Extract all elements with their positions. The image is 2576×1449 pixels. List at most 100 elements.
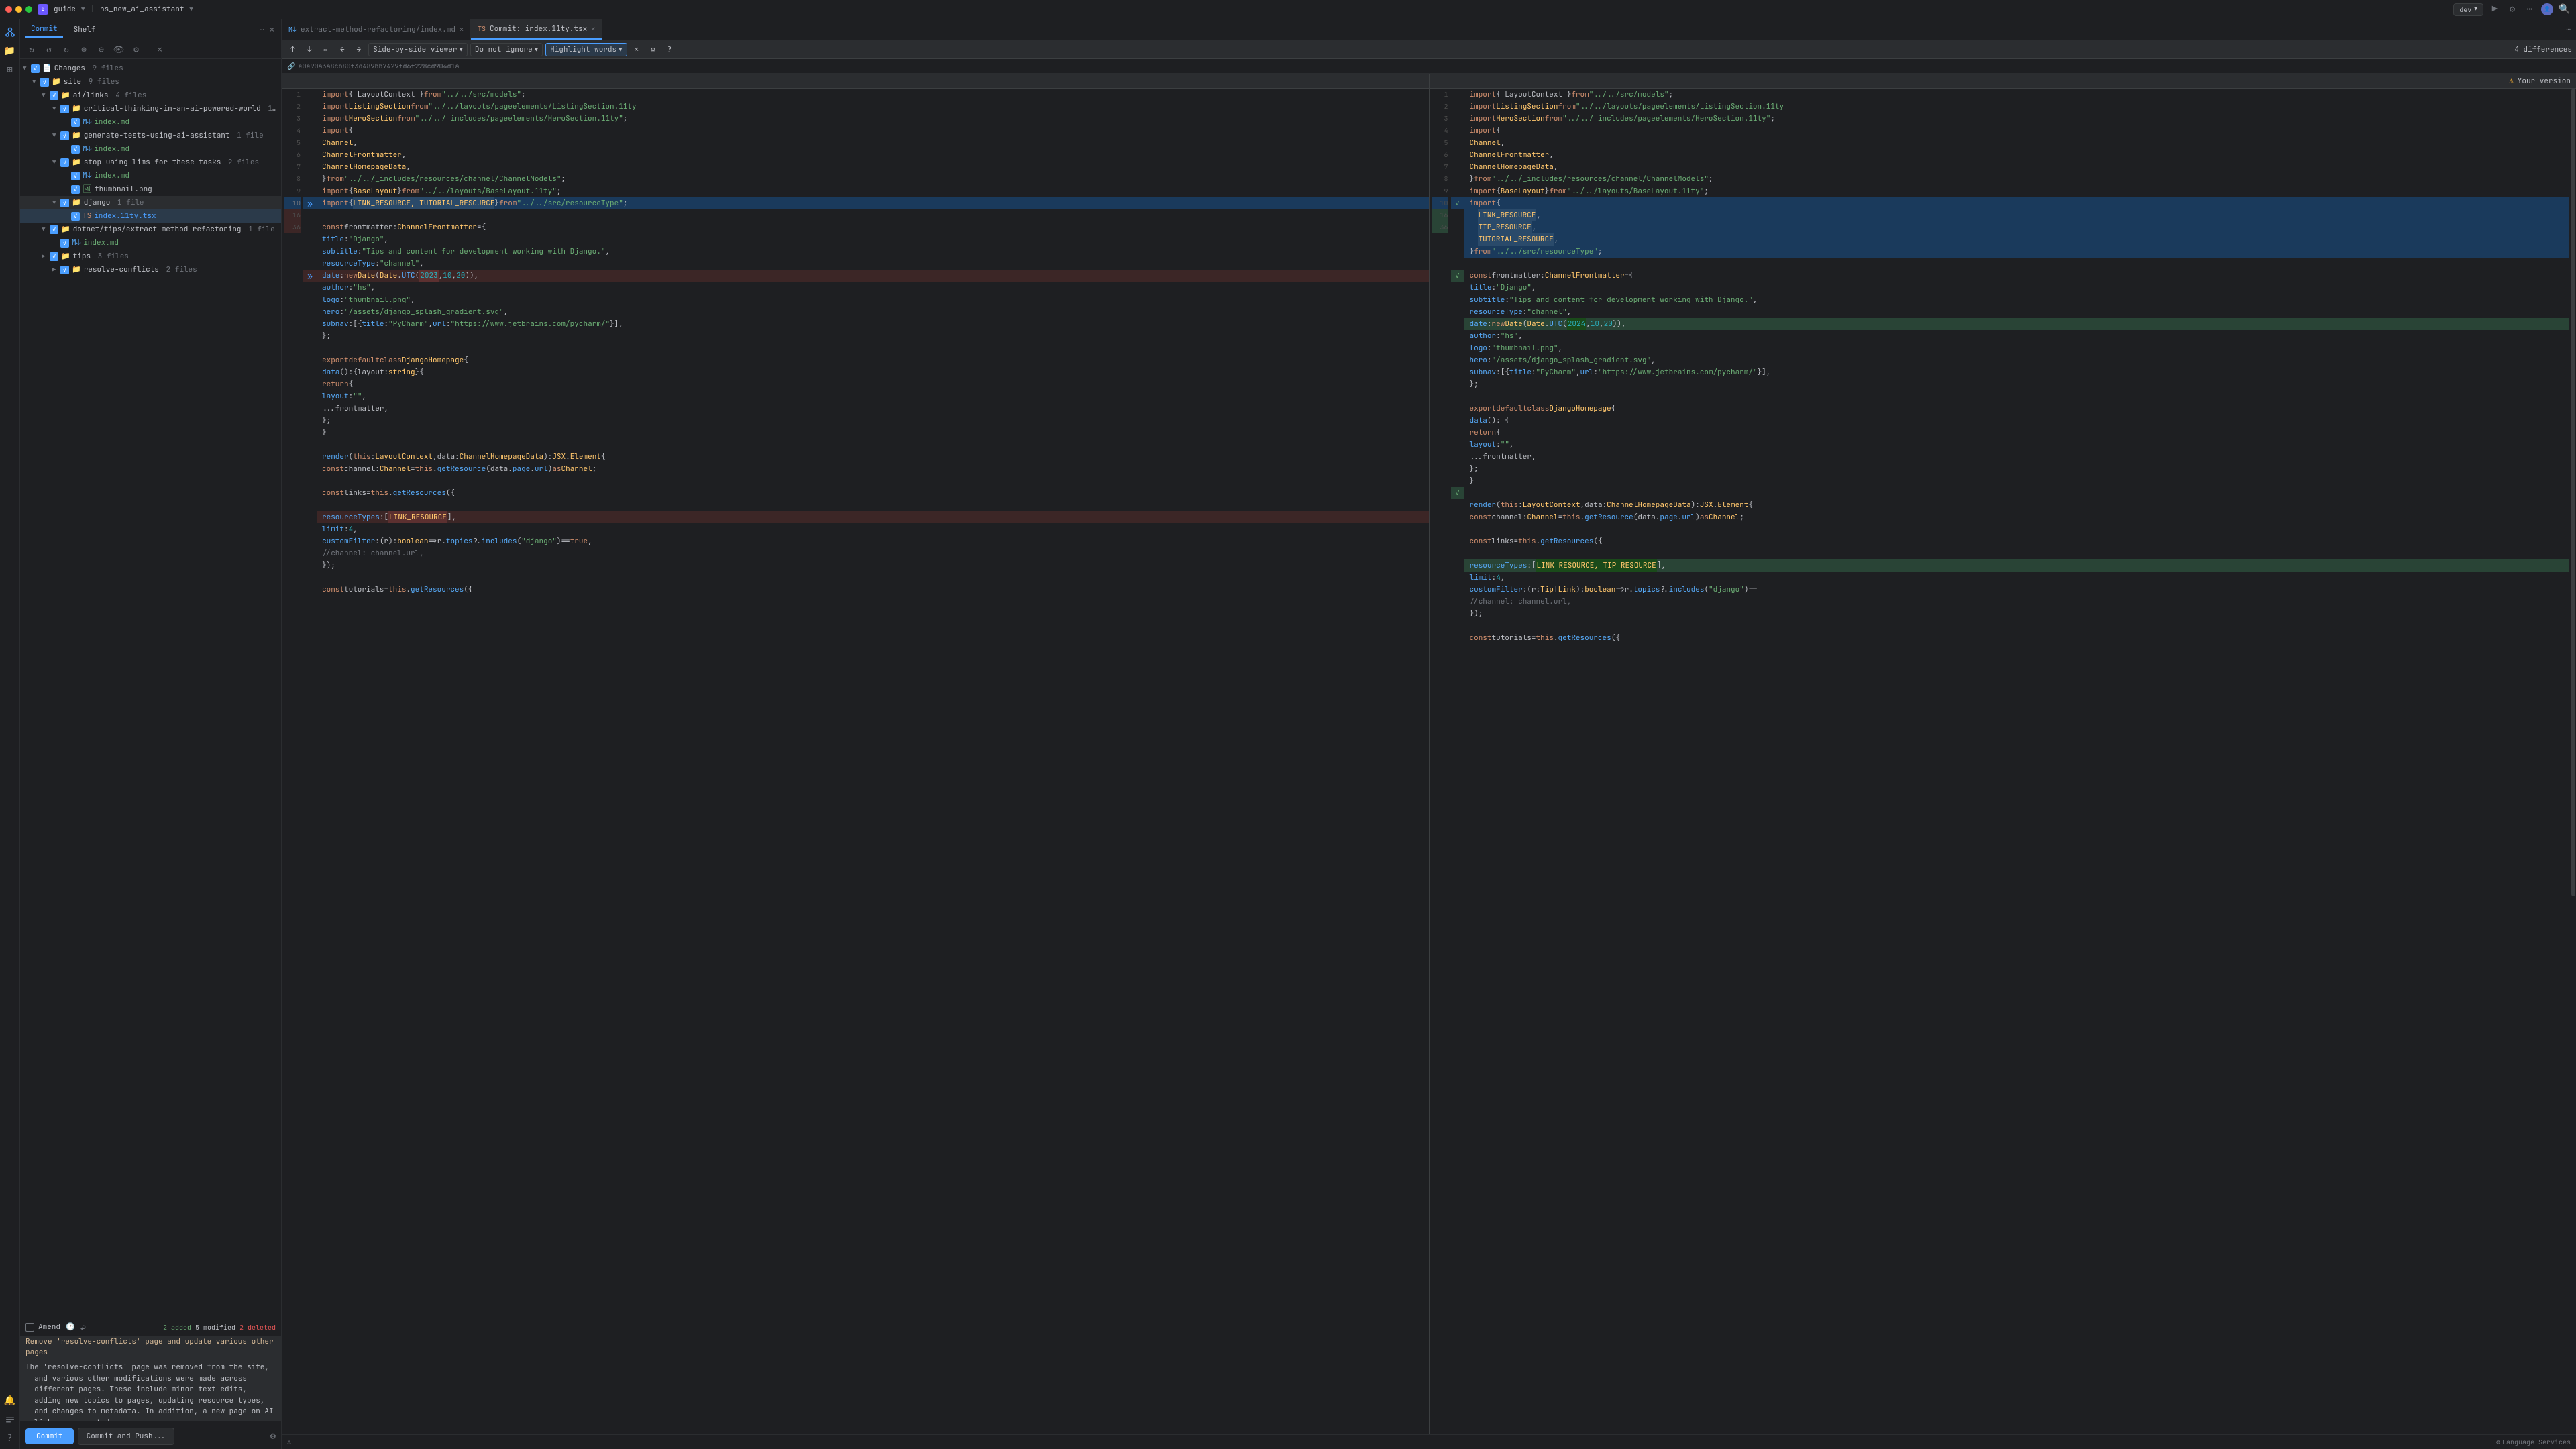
tab-extract-method[interactable]: M↓ extract-method-refactoring/index.md ✕ xyxy=(282,19,471,40)
expand-all-button[interactable]: ⊕ xyxy=(76,42,91,57)
left-line-25: return { xyxy=(317,378,1429,390)
settings-status-icon: ⚙ xyxy=(2496,1438,2500,1446)
resolve-conflicts-folder[interactable]: ▶ ✓ 📁 resolve-conflicts 2 files xyxy=(20,263,281,276)
commit-button[interactable]: Commit xyxy=(25,1428,74,1444)
close-toolbar-button[interactable]: ✕ xyxy=(152,42,167,57)
play-button[interactable]: ▶ xyxy=(2489,3,2501,15)
diff-help-button[interactable]: ? xyxy=(663,43,677,56)
back-button[interactable]: ← xyxy=(335,43,350,56)
amend-checkbox[interactable] xyxy=(25,1323,34,1332)
tab-toolbar-right: ⋯ xyxy=(2561,25,2576,34)
eye-button[interactable]: 👁 xyxy=(111,42,126,57)
status-settings[interactable]: ⚙ Language Services xyxy=(2496,1438,2571,1446)
ignore-mode-selector[interactable]: Do not ignore ▼ xyxy=(470,43,543,56)
right-line-23: export default class DjangoHomepage { xyxy=(1464,402,2570,415)
left-line-37: limit: 4, xyxy=(317,523,1429,535)
maximize-traffic-light[interactable] xyxy=(25,6,32,13)
warning-status-icon: ⚠ xyxy=(287,1438,291,1446)
critical-thinking-folder[interactable]: ▼ ✓ 📁 critical-thinking-in-an-ai-powered… xyxy=(20,102,281,115)
tab-extract-close-icon[interactable]: ✕ xyxy=(460,25,464,34)
right-scrollbar[interactable] xyxy=(2569,89,2576,1434)
structure-icon[interactable]: ⊞ xyxy=(2,62,18,78)
clock-icon[interactable]: 🕐 xyxy=(66,1322,75,1332)
highlight-words-button[interactable]: Highlight words ▼ xyxy=(545,43,627,56)
search-button[interactable]: 🔍 xyxy=(2559,3,2571,15)
right-code: import { LayoutContext } from "../../src… xyxy=(1464,89,2570,1434)
stop-uaing-thumbnail[interactable]: ▶ ✓ 🖼 thumbnail.png xyxy=(20,182,281,196)
panel-more-button[interactable]: ⋯ xyxy=(258,23,266,36)
edit-button[interactable]: ✏ xyxy=(319,43,333,56)
git-log-icon[interactable] xyxy=(2,1411,18,1428)
project-icon[interactable]: 📁 xyxy=(2,43,18,59)
diff-settings-button[interactable]: ⚙ xyxy=(129,42,144,57)
commit-detail-msg[interactable]: The 'resolve-conflicts' page was removed… xyxy=(20,1360,281,1421)
settings-gear-icon[interactable]: ⚙ xyxy=(270,1430,276,1442)
django-index-tsx[interactable]: ▶ ✓ TS index.11ty.tsx xyxy=(20,209,281,223)
undo-button[interactable]: ↺ xyxy=(42,42,56,57)
panel-close-button[interactable]: ✕ xyxy=(268,23,276,36)
commit-and-push-button[interactable]: Commit and Push... xyxy=(78,1428,175,1445)
tab-commit[interactable]: Commit xyxy=(25,21,63,38)
project-name[interactable]: guide xyxy=(54,5,76,14)
redo-button[interactable]: ↻ xyxy=(59,42,74,57)
stop-uaing-index-md[interactable]: ▶ ✓ M↓ index.md xyxy=(20,169,281,182)
view-mode-selector[interactable]: Side-by-side viewer ▼ xyxy=(368,43,468,56)
expand-btn-16[interactable]: » xyxy=(303,270,317,282)
tab-commit-close-icon[interactable]: ✕ xyxy=(591,24,595,33)
close-traffic-light[interactable] xyxy=(5,6,12,13)
collapse-all-button[interactable]: ⊖ xyxy=(94,42,109,57)
stop-uaing-folder[interactable]: ▼ ✓ 📁 stop-uaing-lims-for-these-tasks 2 … xyxy=(20,156,281,169)
next-diff-button[interactable]: ↓ xyxy=(303,43,317,56)
check-accept-10[interactable]: ✓ xyxy=(1451,197,1464,209)
expand-btn-10[interactable]: » xyxy=(303,197,317,209)
ignore-mode-dropdown-icon: ▼ xyxy=(535,46,538,54)
generate-tests-index-md[interactable]: ▶ ✓ M↓ index.md xyxy=(20,142,281,156)
right-line-17: author: "hs", xyxy=(1464,330,2570,342)
prev-diff-button[interactable]: ↑ xyxy=(286,43,300,56)
git-icon[interactable] xyxy=(2,24,18,40)
left-line-5: Channel, xyxy=(317,137,1429,149)
diff-right-content[interactable]: 123456789 10 16 36 ✓ xyxy=(1430,89,2576,1434)
right-scrollbar-thumb[interactable] xyxy=(2571,89,2575,896)
changes-section[interactable]: ▼ ✓ 📄 Changes 9 files xyxy=(20,62,281,75)
right-line-19: hero: "/assets/django_splash_gradient.sv… xyxy=(1464,354,2570,366)
tab-commit-index[interactable]: TS Commit: index.11ty.tsx ✕ xyxy=(471,19,602,40)
minimize-traffic-light[interactable] xyxy=(15,6,22,13)
check-accept-16[interactable]: ✓ xyxy=(1451,270,1464,282)
refresh-button[interactable]: ↻ xyxy=(24,42,39,57)
diff-left-content[interactable]: 123456789 10 16 36 xyxy=(282,89,1429,1434)
diff-settings-2-button[interactable]: ⚙ xyxy=(646,43,660,56)
dev-branch-selector[interactable]: dev ▼ xyxy=(2453,3,2483,16)
generate-tests-folder[interactable]: ▼ ✓ 📁 generate-tests-using-ai-assistant … xyxy=(20,129,281,142)
tips-folder[interactable]: ▶ ✓ 📁 tips 3 files xyxy=(20,250,281,263)
help-icon[interactable]: ? xyxy=(2,1430,18,1446)
branch-dropdown-icon[interactable]: ▼ xyxy=(189,5,193,13)
right-line-15: resourceType: "channel", xyxy=(1464,306,2570,318)
forward-button[interactable]: → xyxy=(352,43,366,56)
expand-row-9 xyxy=(303,185,317,197)
settings-button[interactable]: ⚙ xyxy=(2506,3,2518,15)
tab-more-icon[interactable]: ⋯ xyxy=(2566,25,2571,34)
dotnet-tips-folder[interactable]: ▼ ✓ 📁 dotnet/tips/extract-method-refacto… xyxy=(20,223,281,236)
check-accept-36[interactable]: ✓ xyxy=(1451,487,1464,499)
ai-links-folder[interactable]: ▼ ✓ 📁 ai/links 4 files xyxy=(20,89,281,102)
more-button[interactable]: ⋯ xyxy=(2524,3,2536,15)
avatar[interactable]: 👤 xyxy=(2541,3,2553,15)
tab-shelf[interactable]: Shelf xyxy=(68,22,101,37)
view-mode-dropdown-icon: ▼ xyxy=(459,46,462,54)
expand-row-14 xyxy=(303,246,317,258)
dotnet-tips-index-md[interactable]: ▶ ✓ M↓ index.md xyxy=(20,236,281,250)
right-line-5: Channel, xyxy=(1464,137,2570,149)
site-folder[interactable]: ▼ ✓ 📁 site 9 files xyxy=(20,75,281,89)
project-dropdown-icon[interactable]: ▼ xyxy=(81,5,85,13)
left-line-23: export default class DjangoHomepage { xyxy=(317,354,1429,366)
branch-name[interactable]: hs_new_ai_assistant xyxy=(100,5,184,14)
close-diff-button[interactable]: ✕ xyxy=(630,43,644,56)
critical-thinking-index-md[interactable]: ▶ ✓ M↓ index.md xyxy=(20,115,281,129)
notifications-icon[interactable]: 🔔 xyxy=(2,1393,18,1409)
tab-commit-label: Commit: index.11ty.tsx xyxy=(490,24,587,34)
editor-tabs: M↓ extract-method-refactoring/index.md ✕… xyxy=(282,19,2576,40)
django-folder[interactable]: ▼ ✓ 📁 django 1 file xyxy=(20,196,281,209)
left-line-9: import { BaseLayout } from "../../layout… xyxy=(317,185,1429,197)
amend-extra-icon[interactable]: ↩ xyxy=(80,1322,86,1333)
